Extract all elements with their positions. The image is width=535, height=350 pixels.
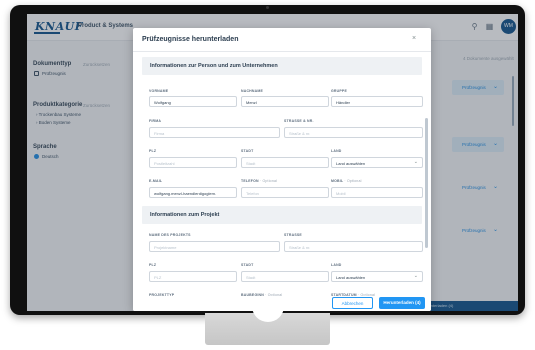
camera-dot xyxy=(266,6,269,9)
phone-placeholder: Telefon xyxy=(246,191,259,196)
project-name-label: NAME DES PROJEKTS xyxy=(149,233,191,237)
optional-hint: · Optional xyxy=(259,179,278,183)
project-country-select[interactable]: Land auswählen ⌄ xyxy=(331,271,423,282)
section-title: Informationen zum Projekt xyxy=(150,212,220,218)
phone-label: TELEFON · Optional xyxy=(241,179,277,183)
company-field[interactable]: Firma xyxy=(149,127,280,138)
monitor-frame: KNAUF Product & Systems ⚲ ▦ WM Dokumentt… xyxy=(10,5,525,315)
mobile-placeholder: Mobil xyxy=(336,191,346,196)
project-zip-field[interactable]: PLZ xyxy=(149,271,237,282)
zip-label: PLZ xyxy=(149,149,157,153)
group-label: GRUPPE xyxy=(331,89,347,93)
download-button-label: Herunterladen (4) xyxy=(383,300,421,305)
chevron-down-icon: ⌄ xyxy=(413,273,418,279)
firstname-label: VORNAME xyxy=(149,89,169,93)
close-icon[interactable]: × xyxy=(412,35,416,42)
mobile-label: MOBIL · Optional xyxy=(331,179,362,183)
zip-field[interactable]: Postleitzahl xyxy=(149,157,237,168)
street-label: STRASSE & NR. xyxy=(284,119,314,123)
firstname-value: Wolfgang xyxy=(154,100,171,105)
lastname-value: Menzl xyxy=(246,100,257,105)
country-select[interactable]: Land auswählen ⌄ xyxy=(331,157,423,168)
company-placeholder: Firma xyxy=(154,131,165,136)
lastname-field[interactable]: Menzl xyxy=(241,96,329,107)
download-dialog: Prüfzeugnisse herunterladen × Informatio… xyxy=(133,28,431,311)
project-zip-placeholder: PLZ xyxy=(154,275,162,280)
project-street-label: STRASSE xyxy=(284,233,302,237)
screen: KNAUF Product & Systems ⚲ ▦ WM Dokumentt… xyxy=(27,14,518,311)
cancel-button-label: Abbrechen xyxy=(341,301,364,306)
project-country-placeholder: Land auswählen xyxy=(336,275,366,280)
lastname-label: NACHNAME xyxy=(241,89,264,93)
country-label: LAND xyxy=(331,149,342,153)
company-label: FIRMA xyxy=(149,119,162,123)
city-field[interactable]: Stadt xyxy=(241,157,329,168)
project-name-placeholder: Projektname xyxy=(154,245,177,250)
project-city-label: STADT xyxy=(241,263,254,267)
chevron-down-icon: ⌄ xyxy=(413,159,418,165)
firstname-field[interactable]: Wolfgang xyxy=(149,96,237,107)
download-button[interactable]: Herunterladen (4) xyxy=(379,297,425,309)
cancel-button[interactable]: Abbrechen xyxy=(332,297,373,309)
email-field[interactable]: wolfgang.menzl-haendlerdigoglem. xyxy=(149,187,237,198)
section-title: Informationen zur Person und zum Unterne… xyxy=(150,63,278,69)
project-street-placeholder: Straße & nr. xyxy=(289,245,311,250)
project-city-field[interactable]: Stadt xyxy=(241,271,329,282)
section-project: Informationen zum Projekt xyxy=(142,206,422,224)
mobile-label-text: MOBIL xyxy=(331,179,344,183)
email-label: E-MAIL xyxy=(149,179,163,183)
phone-field[interactable]: Telefon xyxy=(241,187,329,198)
divider xyxy=(133,51,431,52)
city-label: STADT xyxy=(241,149,254,153)
project-country-label: LAND xyxy=(331,263,342,267)
project-street-field[interactable]: Straße & nr. xyxy=(284,241,423,252)
country-placeholder: Land auswählen xyxy=(336,161,366,166)
optional-hint: · Optional xyxy=(344,179,362,183)
zip-placeholder: Postleitzahl xyxy=(154,161,175,166)
group-field[interactable]: Händler xyxy=(331,96,423,107)
dialog-title: Prüfzeugnisse herunterladen xyxy=(142,36,239,43)
project-zip-label: PLZ xyxy=(149,263,157,267)
email-value: wolfgang.menzl-haendlerdigoglem. xyxy=(154,191,217,196)
city-placeholder: Stadt xyxy=(246,161,256,166)
mobile-field[interactable]: Mobil xyxy=(331,187,423,198)
group-value: Händler xyxy=(336,100,351,105)
section-person: Informationen zur Person und zum Unterne… xyxy=(142,57,422,75)
project-name-field[interactable]: Projektname xyxy=(149,241,280,252)
street-placeholder: Straße & nr. xyxy=(289,131,311,136)
project-city-placeholder: Stadt xyxy=(246,275,256,280)
phone-label-text: TELEFON xyxy=(241,179,259,183)
street-field[interactable]: Straße & nr. xyxy=(284,127,423,138)
dialog-scrollbar[interactable] xyxy=(425,118,428,248)
